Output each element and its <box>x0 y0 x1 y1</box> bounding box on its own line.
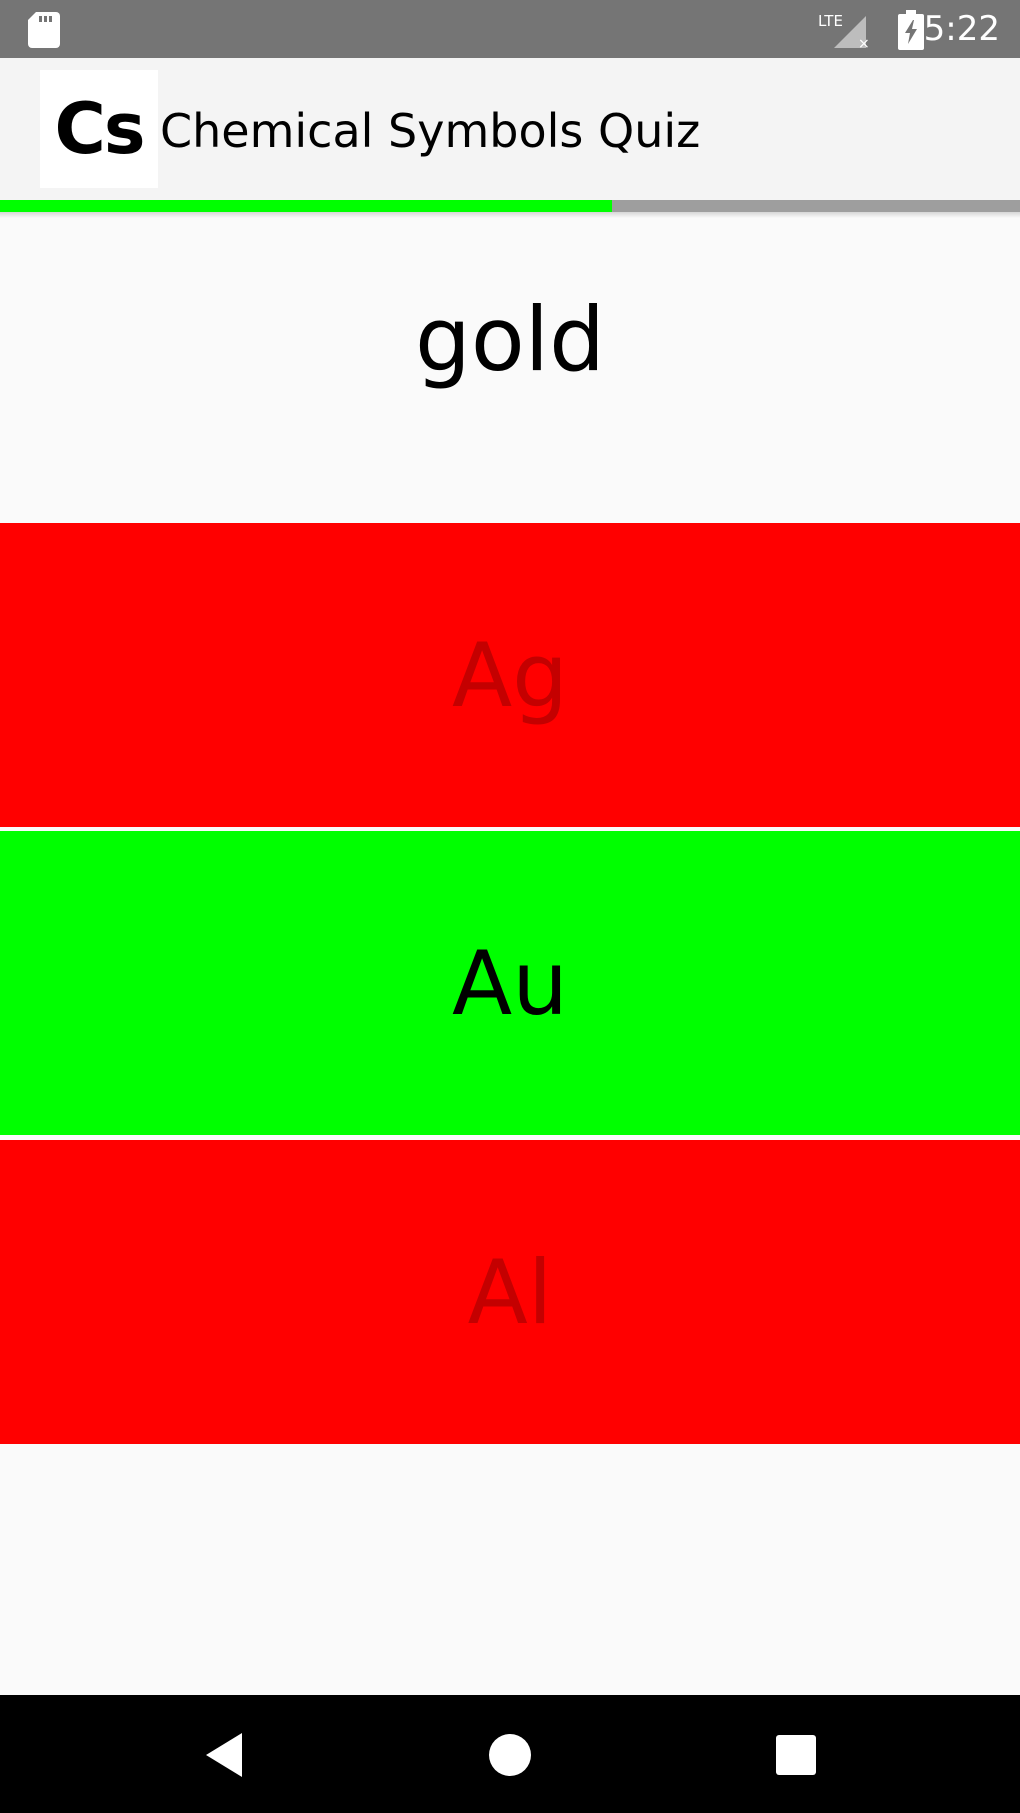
recents-icon[interactable] <box>766 1725 826 1785</box>
question-text: gold <box>414 288 605 391</box>
quiz-progress-fill <box>0 200 612 212</box>
status-clock: 5:22 <box>923 9 1000 49</box>
app-logo: Cs <box>40 70 158 188</box>
answer-button-2[interactable]: Au <box>0 831 1020 1135</box>
battery-charging-icon <box>898 10 924 50</box>
home-icon[interactable] <box>480 1725 540 1785</box>
answer-label-2: Au <box>452 931 568 1035</box>
answer-button-1[interactable]: Ag <box>0 523 1020 827</box>
app-bar-shadow <box>0 212 1020 218</box>
svg-text:×: × <box>858 36 870 50</box>
status-bar: LTE × 5:22 <box>0 0 1020 58</box>
app-bar: Cs Chemical Symbols Quiz <box>0 58 1020 200</box>
quiz-progress-bar <box>0 200 1020 212</box>
back-icon[interactable] <box>198 1725 258 1785</box>
answer-button-3[interactable]: Al <box>0 1140 1020 1444</box>
quiz-screen: LTE × 5:22 Cs Chemical Symbols Quiz gold… <box>0 0 1020 1813</box>
app-logo-text: Cs <box>54 88 145 170</box>
app-title: Chemical Symbols Quiz <box>160 104 701 158</box>
navigation-bar <box>0 1695 1020 1813</box>
lte-label: LTE <box>818 12 843 30</box>
lte-signal-icon: LTE × <box>818 12 870 50</box>
answer-label-3: Al <box>467 1240 553 1344</box>
sd-card-icon <box>28 12 60 48</box>
answer-label-1: Ag <box>451 623 569 727</box>
